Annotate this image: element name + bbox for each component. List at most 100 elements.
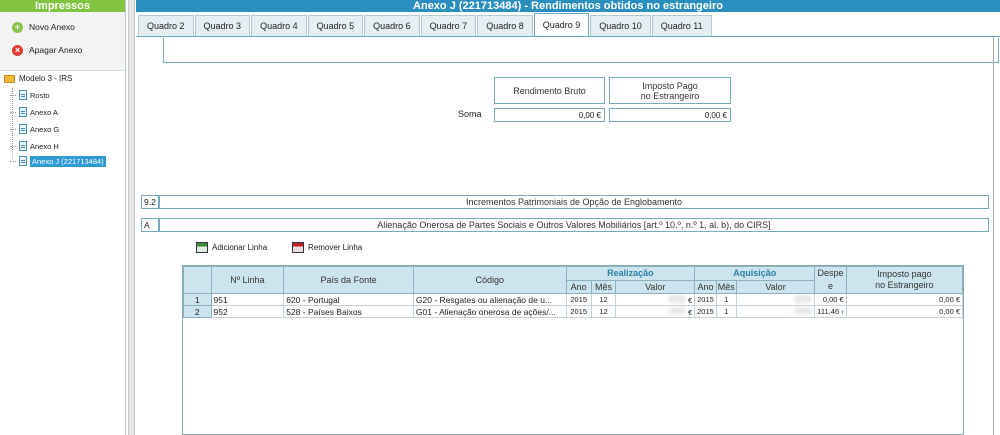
realizacao-ano-header[interactable]: Ano <box>565 279 592 294</box>
pais-cell[interactable]: 620 - Portugal <box>283 293 414 306</box>
table-row[interactable]: 1 951 620 - Portugal G20 - Resgates ou a… <box>183 293 964 306</box>
rendimento-bruto-total: 0,00 € <box>494 108 605 122</box>
tab-quadro-5[interactable]: Quadro 5 <box>307 15 364 36</box>
aquisicao-ano-header[interactable]: Ano <box>694 279 717 294</box>
section-frame <box>163 38 999 63</box>
data-grid: Nº Linha País da Fonte Código Realização… <box>182 265 964 435</box>
document-icon <box>19 124 27 134</box>
tree-root-label: Modelo 3 - IRS <box>19 74 73 83</box>
document-icon <box>19 141 27 151</box>
nlinha-cell[interactable]: 952 <box>211 305 285 318</box>
table-row[interactable]: 2 952 528 - Países Baixos G01 - Alienaçã… <box>183 305 964 318</box>
tab-quadro-4[interactable]: Quadro 4 <box>251 15 307 36</box>
new-annex-button[interactable]: + Novo Anexo <box>12 19 75 35</box>
new-annex-label: Novo Anexo <box>29 22 75 32</box>
main-panel: Anexo J (221713484) - Rendimentos obtido… <box>136 0 1000 435</box>
document-icon <box>19 107 27 117</box>
tab-quadro-7[interactable]: Quadro 7 <box>420 15 477 36</box>
row-number[interactable]: 1 <box>183 293 212 306</box>
left-panel-header: Impressos <box>0 0 125 12</box>
despesas-cell[interactable]: 0,00 € <box>814 293 847 306</box>
aquisicao-header: Aquisição <box>694 266 816 281</box>
nlinha-header[interactable]: Nº Linha <box>210 266 285 294</box>
vertical-scrollbar[interactable] <box>993 37 1000 435</box>
imposto-pago-header: Imposto Pago no Estrangeiro <box>609 77 731 104</box>
realizacao-valor-cell[interactable]: € <box>615 305 696 318</box>
aquisicao-ano-cell[interactable]: 2015 <box>694 305 717 318</box>
pais-header[interactable]: País da Fonte <box>283 266 414 294</box>
aquisicao-ano-cell[interactable]: 2015 <box>694 293 717 306</box>
row-number[interactable]: 2 <box>183 305 212 318</box>
delete-annex-label: Apagar Anexo <box>29 45 83 55</box>
tab-quadro-9[interactable]: Quadro 9 <box>533 13 590 36</box>
remove-row-button[interactable]: Remover Linha <box>292 242 362 253</box>
tab-bar: Quadro 2 Quadro 3 Quadro 4 Quadro 5 Quad… <box>138 13 712 37</box>
imposto-header[interactable]: Imposto pago no Estrangeiro <box>845 266 964 294</box>
tree-item-label: Anexo H <box>30 141 59 151</box>
nlinha-cell[interactable]: 951 <box>211 293 285 306</box>
aquisicao-valor-cell[interactable] <box>736 305 816 318</box>
tree-item-label: Anexo G <box>30 124 60 134</box>
delete-icon: × <box>12 44 23 56</box>
codigo-header[interactable]: Código <box>412 266 567 294</box>
document-icon <box>19 156 27 166</box>
imposto-pago-total: 0,00 € <box>609 108 731 122</box>
soma-label: Soma <box>458 109 482 119</box>
codigo-cell[interactable]: G20 - Resgates ou alienação de u... <box>413 293 567 306</box>
tab-quadro-8[interactable]: Quadro 8 <box>477 15 533 36</box>
despesas-cell[interactable]: 111,46 ‹ <box>814 305 847 318</box>
imposto-cell[interactable]: 0,00 € <box>846 305 964 318</box>
realizacao-valor-cell[interactable]: € <box>615 293 696 306</box>
pais-cell[interactable]: 528 - Países Baixos <box>283 305 414 318</box>
tab-quadro-10[interactable]: Quadro 10 <box>590 15 651 36</box>
row-number-header <box>183 266 212 294</box>
left-panel: Impressos + Novo Anexo × Apagar Anexo Mo… <box>0 0 126 435</box>
subsection-title: Alienação Onerosa de Partes Sociais e Ou… <box>159 218 989 232</box>
redacted-value <box>794 294 813 303</box>
tab-quadro-6[interactable]: Quadro 6 <box>364 15 420 36</box>
realizacao-ano-cell[interactable]: 2015 <box>566 293 592 306</box>
realizacao-header: Realização <box>565 266 696 281</box>
tree-item-anexo-a[interactable]: Anexo A <box>10 105 61 119</box>
tree-item-anexo-g[interactable]: Anexo G <box>10 122 62 136</box>
delete-annex-button[interactable]: × Apagar Anexo <box>12 42 82 58</box>
aquisicao-mes-cell[interactable]: 1 <box>716 293 737 306</box>
tab-quadro-2[interactable]: Quadro 2 <box>138 15 194 36</box>
section-title: Incrementos Patrimoniais de Opção de Eng… <box>159 195 989 209</box>
left-panel-scrollbar[interactable] <box>128 0 135 435</box>
despesas-header[interactable]: Despe e <box>814 266 847 294</box>
section-number: 9.2 <box>141 195 159 209</box>
tree-item-label: Anexo A <box>30 107 58 117</box>
redacted-value <box>667 306 686 315</box>
aquisicao-valor-header[interactable]: Valor <box>735 279 816 294</box>
page-title: Anexo J (221713484) - Rendimentos obtido… <box>136 0 1000 12</box>
realizacao-mes-header[interactable]: Mês <box>590 279 617 294</box>
codigo-cell[interactable]: G01 - Alienação onerosa de ações/... <box>413 305 567 318</box>
tree-item-anexo-j[interactable]: Anexo J (221713484) <box>10 154 109 168</box>
add-row-icon <box>196 242 208 253</box>
plus-icon: + <box>12 21 23 33</box>
redacted-value <box>794 306 813 315</box>
realizacao-valor-header[interactable]: Valor <box>615 279 696 294</box>
tree-item-label: Anexo J (221713484) <box>30 155 106 167</box>
aquisicao-mes-cell[interactable]: 1 <box>716 305 737 318</box>
add-row-button[interactable]: Adicionar Linha <box>196 242 267 253</box>
aquisicao-valor-cell[interactable] <box>736 293 816 306</box>
tree-item-rosto[interactable]: Rosto <box>10 88 53 102</box>
tree-item-anexo-h[interactable]: Anexo H <box>10 139 62 153</box>
aquisicao-mes-header[interactable]: Mês <box>715 279 737 294</box>
imposto-cell[interactable]: 0,00 € <box>846 293 964 306</box>
remove-row-label: Remover Linha <box>308 243 363 252</box>
tab-quadro-3[interactable]: Quadro 3 <box>194 15 251 36</box>
realizacao-ano-cell[interactable]: 2015 <box>566 305 592 318</box>
annex-tree: Modelo 3 - IRS Rosto Anexo A Anexo G Ane… <box>0 70 125 435</box>
tree-root[interactable]: Modelo 3 - IRS <box>4 74 72 83</box>
document-icon <box>19 90 27 100</box>
subsection-letter: A <box>141 218 159 232</box>
redacted-value <box>667 294 686 303</box>
folder-icon <box>4 74 15 83</box>
tab-quadro-11[interactable]: Quadro 11 <box>651 15 712 36</box>
tab-underline <box>136 36 1000 37</box>
realizacao-mes-cell[interactable]: 12 <box>591 305 617 318</box>
realizacao-mes-cell[interactable]: 12 <box>591 293 617 306</box>
